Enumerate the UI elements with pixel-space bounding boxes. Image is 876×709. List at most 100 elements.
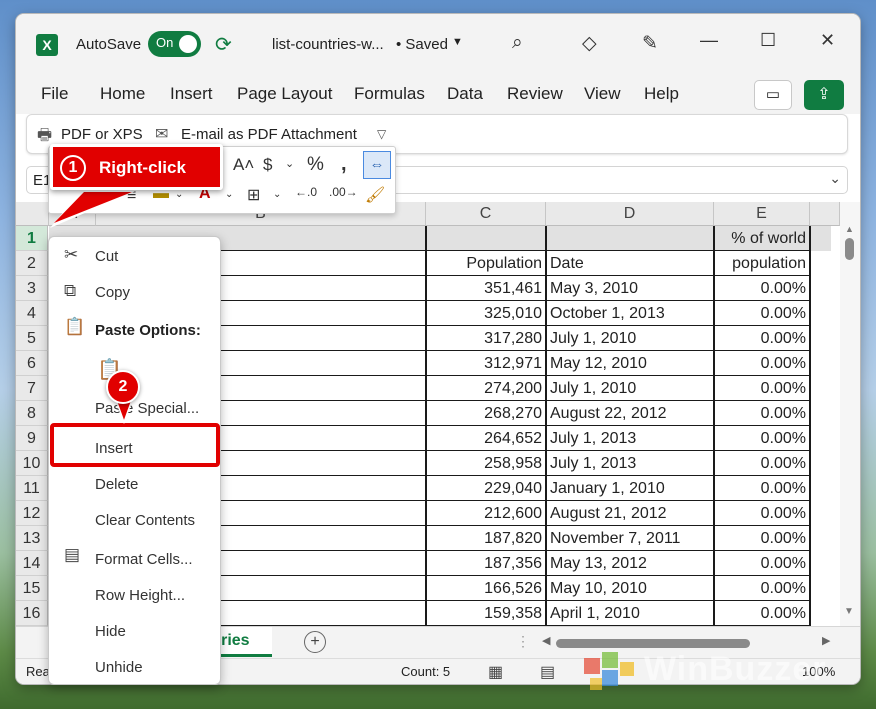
cell-e[interactable]: 0.00%	[714, 501, 810, 526]
tab-help[interactable]: Help	[644, 84, 679, 104]
diamond-icon[interactable]: ◇	[582, 32, 597, 55]
cell-c[interactable]: 351,461	[426, 276, 546, 301]
cell-d[interactable]: November 7, 2011	[546, 526, 714, 551]
tab-view[interactable]: View	[584, 84, 621, 104]
row-header[interactable]: 2	[16, 251, 48, 276]
cell-e[interactable]: 0.00%	[714, 401, 810, 426]
cell-d[interactable]: August 22, 2012	[546, 401, 714, 426]
cell-c[interactable]: 159,358	[426, 601, 546, 626]
menu-item-row-height[interactable]: Row Height...	[95, 587, 185, 604]
cell-c[interactable]: 187,820	[426, 526, 546, 551]
pen-sparkle-icon[interactable]: ✎	[642, 32, 658, 55]
maximize-icon[interactable]: ☐	[760, 30, 776, 51]
row-header[interactable]: 13	[16, 526, 48, 551]
chevron-down-icon[interactable]: ⌄	[285, 157, 294, 170]
file-name[interactable]: list-countries-w...	[272, 36, 384, 53]
menu-item-copy[interactable]: Copy	[95, 284, 130, 301]
cell-c[interactable]: 264,652	[426, 426, 546, 451]
row-header[interactable]: 10	[16, 451, 48, 476]
pdf-xps-button[interactable]: PDF or XPS	[61, 126, 143, 143]
column-header-e[interactable]: E	[714, 202, 810, 226]
saved-status[interactable]: • Saved	[396, 36, 448, 53]
cell-d[interactable]: October 1, 2013	[546, 301, 714, 326]
borders-icon[interactable]: ⊞	[247, 185, 260, 205]
column-header-c[interactable]: C	[426, 202, 546, 226]
cell-e[interactable]: 0.00%	[714, 276, 810, 301]
menu-item-cut[interactable]: Cut	[95, 248, 118, 265]
cell-c[interactable]: 317,280	[426, 326, 546, 351]
share-button[interactable]: ⇪	[804, 80, 844, 110]
row-header[interactable]: 5	[16, 326, 48, 351]
row-header[interactable]: 11	[16, 476, 48, 501]
ribbon-collapse-icon[interactable]: ▽	[377, 127, 386, 141]
cell-c[interactable]: 325,010	[426, 301, 546, 326]
column-header-f[interactable]	[810, 202, 840, 226]
row-header[interactable]: 6	[16, 351, 48, 376]
cell-e[interactable]: 0.00%	[714, 351, 810, 376]
comma-style-icon[interactable]: ,	[341, 153, 347, 176]
menu-item-format-cells[interactable]: Format Cells...	[95, 551, 193, 568]
cell-c[interactable]: 312,971	[426, 351, 546, 376]
cell-e[interactable]: 0.00%	[714, 426, 810, 451]
format-painter-icon[interactable]: 🖌	[365, 185, 385, 205]
tab-review[interactable]: Review	[507, 84, 563, 104]
cell-c[interactable]: 212,600	[426, 501, 546, 526]
increase-decimal-icon[interactable]: ←.0	[295, 185, 317, 199]
cell-c[interactable]: 187,356	[426, 551, 546, 576]
cell-d[interactable]: May 3, 2010	[546, 276, 714, 301]
scroll-up-icon[interactable]: ▲	[845, 224, 854, 234]
tab-data[interactable]: Data	[447, 84, 483, 104]
minimize-icon[interactable]: —	[700, 30, 718, 51]
accounting-format-icon[interactable]: $	[263, 155, 272, 175]
sync-save-icon[interactable]: ⟳	[215, 32, 232, 57]
cell-e[interactable]: 0.00%	[714, 526, 810, 551]
row-header[interactable]: 8	[16, 401, 48, 426]
vertical-scroll-thumb[interactable]	[845, 238, 854, 260]
scroll-left-icon[interactable]: ◀	[542, 634, 550, 647]
tab-home[interactable]: Home	[100, 84, 145, 104]
cell-c[interactable]: 274,200	[426, 376, 546, 401]
page-layout-view-icon[interactable]: ▤	[540, 662, 555, 682]
cell-d[interactable]: May 12, 2010	[546, 351, 714, 376]
cell-d[interactable]: April 1, 2010	[546, 601, 714, 626]
menu-item-hide[interactable]: Hide	[95, 623, 126, 640]
cell-c[interactable]: 166,526	[426, 576, 546, 601]
row-header[interactable]: 16	[16, 601, 48, 626]
percent-icon[interactable]: %	[307, 154, 324, 176]
cell-d[interactable]: July 1, 2013	[546, 451, 714, 476]
normal-view-icon[interactable]: ▦	[488, 662, 503, 682]
chevron-down-icon[interactable]: ⌄	[273, 189, 281, 200]
row-header[interactable]: 15	[16, 576, 48, 601]
scroll-down-icon[interactable]: ▼	[844, 606, 854, 617]
chevron-down-icon[interactable]: ⌄	[175, 189, 183, 200]
cell-e[interactable]: 0.00%	[714, 376, 810, 401]
cell-e[interactable]: population	[714, 251, 810, 276]
cell-c[interactable]: 258,958	[426, 451, 546, 476]
vertical-scrollbar[interactable]: ▲ ▼	[840, 202, 860, 626]
cell-e[interactable]: 0.00%	[714, 576, 810, 601]
row-header[interactable]: 14	[16, 551, 48, 576]
cell-d[interactable]: July 1, 2013	[546, 426, 714, 451]
email-pdf-button[interactable]: E-mail as PDF Attachment	[181, 126, 357, 143]
add-sheet-button[interactable]: +	[304, 631, 326, 653]
tab-split-handle[interactable]: ⋮	[516, 633, 530, 650]
cell-d[interactable]: May 13, 2012	[546, 551, 714, 576]
cell-d[interactable]: May 10, 2010	[546, 576, 714, 601]
menu-item-paste-special[interactable]: Paste Special...	[95, 400, 199, 417]
cell-e[interactable]: 0.00%	[714, 301, 810, 326]
decrease-decimal-icon[interactable]: .00→	[329, 185, 358, 199]
wrap-text-icon[interactable]: ⇔	[363, 151, 391, 179]
cell-e[interactable]: 0.00%	[714, 326, 810, 351]
close-icon[interactable]: ✕	[820, 30, 835, 51]
menu-item-clear-contents[interactable]: Clear Contents	[95, 512, 195, 529]
cell-d[interactable]: January 1, 2010	[546, 476, 714, 501]
row-header[interactable]: 7	[16, 376, 48, 401]
tab-insert[interactable]: Insert	[170, 84, 213, 104]
cell-d[interactable]: August 21, 2012	[546, 501, 714, 526]
row-header[interactable]: 9	[16, 426, 48, 451]
comments-button[interactable]: ▭	[754, 80, 792, 110]
cell-d[interactable]: July 1, 2010	[546, 376, 714, 401]
cell-c[interactable]: 229,040	[426, 476, 546, 501]
tab-page-layout[interactable]: Page Layout	[237, 84, 332, 104]
cell-e[interactable]: 0.00%	[714, 476, 810, 501]
